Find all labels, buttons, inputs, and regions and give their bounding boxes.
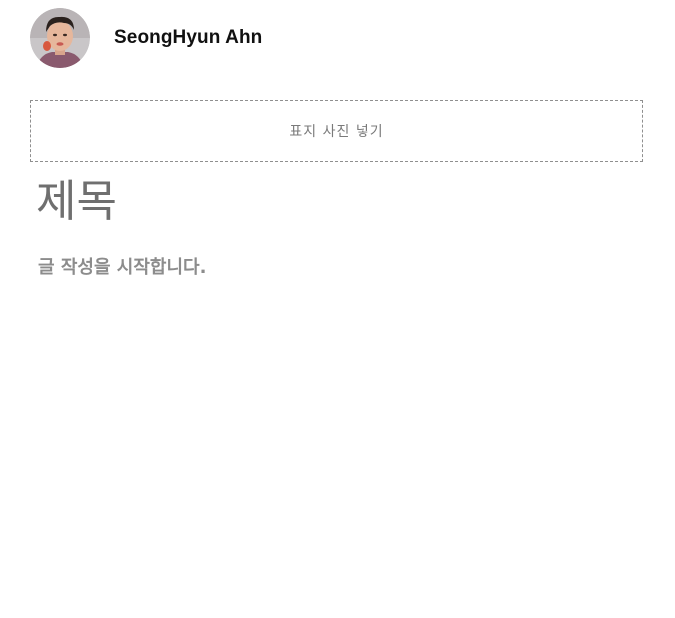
avatar[interactable] (30, 8, 90, 68)
cover-image-dropzone[interactable]: 표지 사진 넣기 (30, 100, 643, 162)
cover-image-label: 표지 사진 넣기 (289, 124, 384, 140)
body-editor[interactable]: 글 작성을 시작합니다. (38, 254, 206, 282)
author-name: SeongHyun Ahn (114, 27, 263, 48)
author-header: SeongHyun Ahn (30, 8, 262, 68)
title-input[interactable]: 제목 (36, 174, 117, 230)
